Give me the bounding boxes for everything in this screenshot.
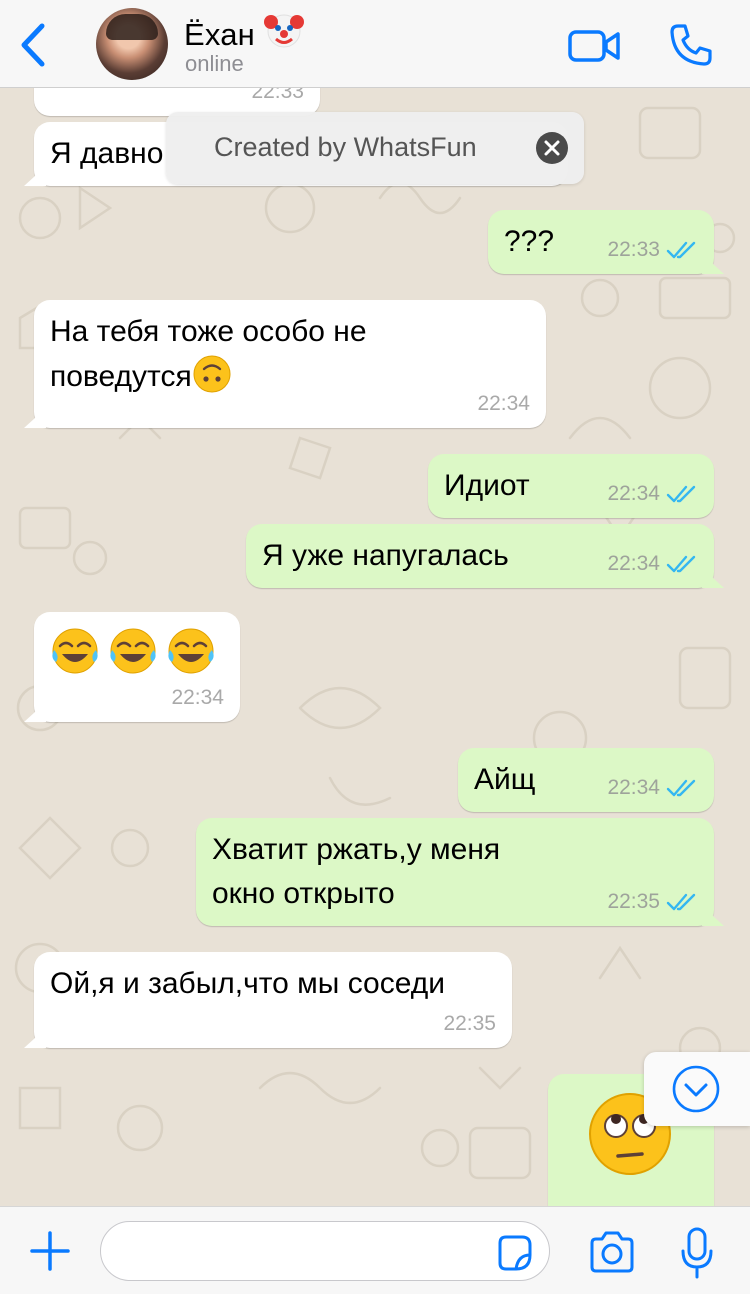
watermark-banner: Created by WhatsFun (166, 112, 584, 184)
read-receipt-icon (666, 485, 696, 503)
message-meta: 22:33 (607, 238, 698, 262)
message-time: 22:34 (171, 686, 224, 709)
read-receipt-icon (666, 779, 696, 797)
message-text-line1: На тебя тоже особо не (50, 315, 367, 348)
face-with-tears-of-joy-icon (52, 628, 98, 674)
camera-button[interactable] (588, 1231, 636, 1273)
voice-call-button[interactable] (668, 22, 714, 68)
contact-status: online (185, 51, 244, 76)
message-time: 22:34 (607, 482, 660, 505)
plus-icon (30, 1231, 70, 1271)
message-composer (0, 1206, 750, 1294)
message-outgoing[interactable]: Айщ 22:34 (458, 748, 714, 812)
back-button[interactable] (14, 20, 54, 70)
microphone-button[interactable] (680, 1227, 714, 1279)
watermark-close-button[interactable] (536, 132, 568, 164)
message-time: 22:33 (607, 238, 660, 261)
message-meta: 22:34 (477, 392, 530, 416)
face-with-tears-of-joy-icon (168, 628, 214, 674)
message-text-line1: Хватит ржать,у меня (212, 833, 501, 866)
video-camera-icon (568, 30, 620, 62)
message-incoming[interactable]: На тебя тоже особо не поведутся 22:34 (34, 300, 546, 428)
message-meta: 22:33 (251, 88, 304, 104)
read-receipt-icon (666, 241, 696, 259)
phone-icon (670, 24, 712, 66)
camera-icon (590, 1231, 634, 1273)
clown-face-icon (263, 14, 304, 48)
message-time: 22:34 (607, 552, 660, 575)
message-outgoing[interactable]: ??? 22:33 (488, 210, 714, 274)
message-meta: 22:34 (607, 552, 698, 576)
scroll-to-bottom-button[interactable] (644, 1052, 750, 1126)
attach-button[interactable] (28, 1229, 72, 1273)
message-time: 22:33 (251, 88, 304, 103)
message-input[interactable] (100, 1221, 550, 1281)
message-incoming[interactable]: Ой,я и забыл,что мы соседи 22:35 (34, 952, 512, 1048)
upside-down-face-icon (193, 355, 231, 393)
chat-area[interactable]: Знаешь... 22:33 Я давно Created by Whats… (0, 88, 750, 1206)
message-text: Ой,я и забыл,что мы соседи (50, 967, 446, 1000)
sticker-icon (498, 1235, 532, 1271)
message-meta: 22:35 (443, 1012, 496, 1036)
message-incoming[interactable]: 22:34 (34, 612, 240, 722)
read-receipt-icon (666, 893, 696, 911)
message-time: 22:34 (607, 776, 660, 799)
contact-name[interactable]: Ёхан (184, 10, 304, 53)
sticker-button[interactable] (494, 1233, 534, 1273)
watermark-text: Created by WhatsFun (214, 132, 477, 162)
message-outgoing[interactable]: Я уже напугалась 22:34 (246, 524, 714, 588)
read-receipt-icon (666, 555, 696, 573)
contact-name-text: Ёхан (184, 17, 256, 52)
message-text-line2: поведутся (50, 360, 192, 393)
message-meta: 22:35 (607, 890, 698, 914)
chevron-left-icon (21, 23, 45, 67)
message-time: 22:35 (607, 890, 660, 913)
message-time: 22:34 (477, 392, 530, 415)
message-meta: 22:34 (607, 776, 698, 800)
message-outgoing[interactable]: Хватит ржать,у меня окно открыто 22:35 (196, 818, 714, 926)
message-outgoing[interactable]: Идиот 22:34 (428, 454, 714, 518)
chat-header: Ёхан online (0, 0, 750, 88)
video-call-button[interactable] (568, 26, 622, 66)
message-time: 22:35 (443, 1012, 496, 1035)
message-meta: 22:34 (607, 482, 698, 506)
avatar[interactable] (96, 8, 168, 80)
chevron-down-circle-icon (672, 1065, 720, 1113)
message-meta: 22:34 (171, 686, 224, 710)
microphone-icon (681, 1227, 713, 1279)
face-with-tears-of-joy-icon (110, 628, 156, 674)
close-icon (544, 140, 560, 156)
